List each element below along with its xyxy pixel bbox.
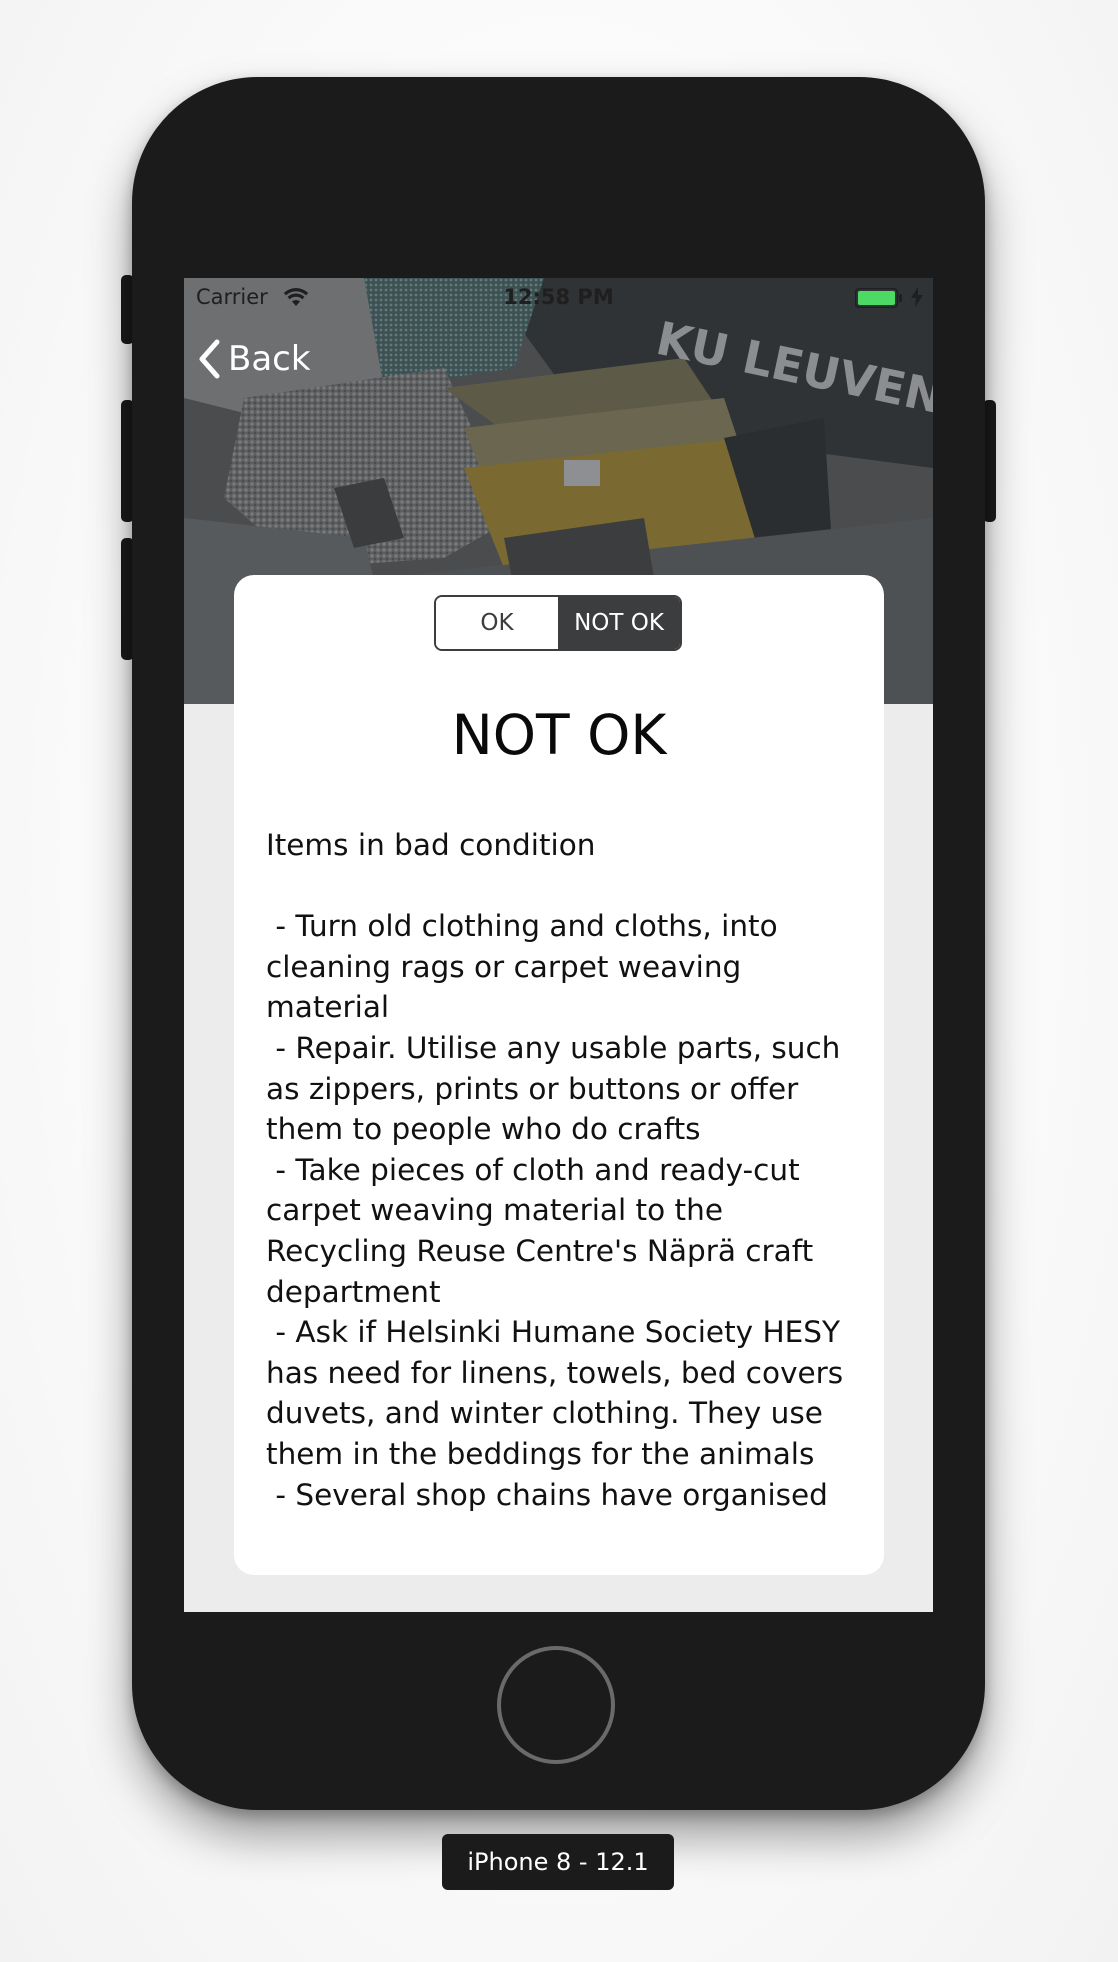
charging-bolt-icon [911, 287, 923, 312]
battery-icon [854, 287, 903, 309]
simulator-device-label: iPhone 8 - 12.1 [442, 1834, 674, 1890]
app-screen: KU LEUVEN Carrier 12:58 PM Back OK NOT O… [184, 278, 933, 1612]
status-bar: Carrier 12:58 PM [184, 278, 933, 318]
segment-not-ok[interactable]: NOT OK [558, 597, 680, 649]
home-button[interactable] [497, 1646, 615, 1764]
back-button-label: Back [228, 339, 311, 379]
card-title: NOT OK [451, 703, 667, 767]
chevron-left-icon [199, 339, 220, 379]
segment-ok[interactable]: OK [436, 597, 558, 649]
status-time: 12:58 PM [503, 285, 614, 309]
ok-notok-segmented-control: OK NOT OK [434, 595, 682, 651]
info-card: OK NOT OK NOT OK Items in bad condition … [234, 575, 884, 1575]
card-body-text: Items in bad condition - Turn old clothi… [266, 828, 844, 1512]
back-button[interactable]: Back [198, 336, 311, 382]
